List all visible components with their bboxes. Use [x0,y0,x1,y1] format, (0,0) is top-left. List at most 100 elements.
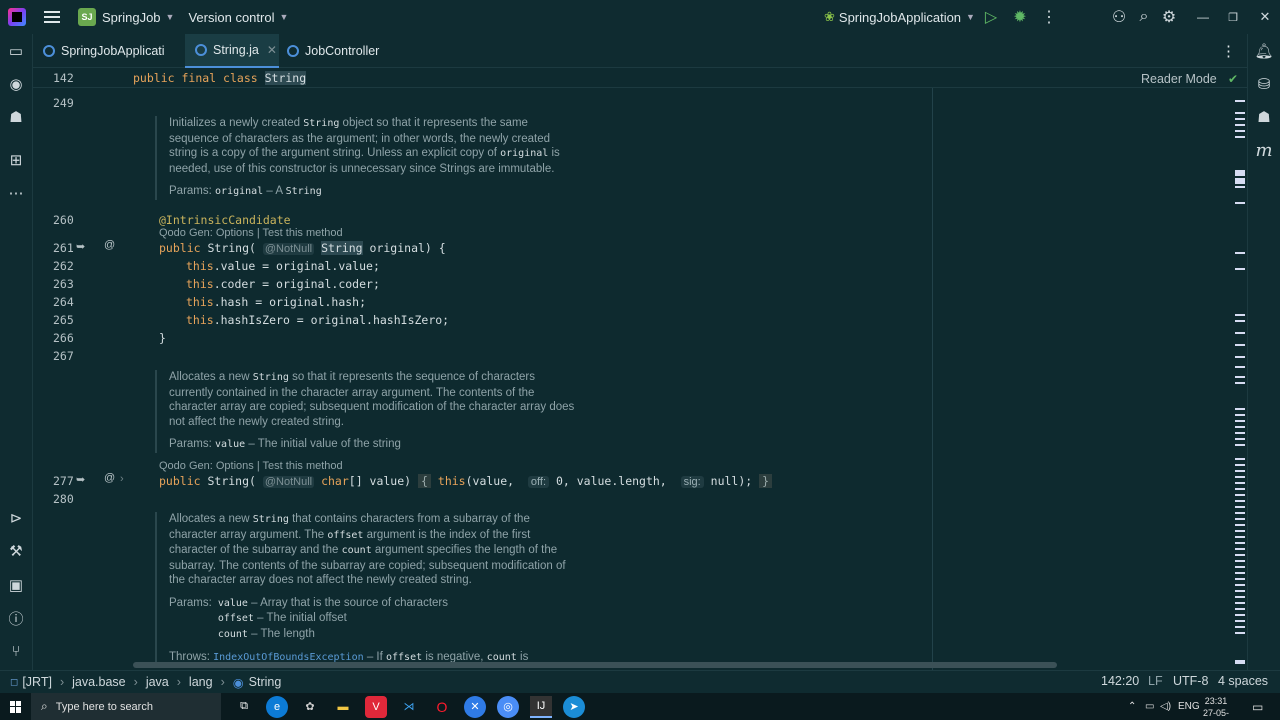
right-tool-window-bar: 🔔︎ ⛁ ☗ m [1247,34,1280,670]
system-clock[interactable]: 23:31 27-05-2025 [1196,695,1236,720]
qodo-icon[interactable]: ☗ [6,107,26,127]
qodo-codelens[interactable]: Qodo Gen: Options | Test this method [159,460,343,472]
code-line: this.hash = original.hash; [186,295,367,309]
notification-center-icon[interactable]: ▭ [1252,693,1263,720]
indent-setting[interactable]: 4 spaces [1218,674,1268,688]
code-line: this.coder = original.coder; [186,277,380,291]
line-number: 266 [53,331,74,345]
vivaldi-icon[interactable]: V [365,695,387,718]
vscode-icon[interactable]: ⋊ [398,696,420,718]
reader-mode-button[interactable]: Reader Mode [1141,72,1217,86]
tray-chevron-icon[interactable]: ⌃ [1128,693,1136,720]
inspection-ok-icon[interactable]: ✔ [1228,72,1238,86]
windows-start-icon[interactable] [10,700,22,713]
project-badge[interactable]: SJ [78,8,96,26]
debug-icon[interactable]: ✹ [1009,6,1031,28]
taskbar-search[interactable]: ⌕ Type here to search [31,693,221,720]
version-control-menu[interactable]: Version control [188,10,274,25]
line-number: 249 [53,96,74,110]
database-icon[interactable]: ⛁ [1254,74,1274,94]
close-tab-icon[interactable]: ✕ [267,43,277,57]
java-class-icon [195,44,207,56]
tab-options-icon[interactable]: ⋮ [1221,34,1237,68]
more-actions-icon[interactable]: ⋮ [1038,6,1060,28]
breadcrumb-separator-icon: › [133,675,138,689]
usages-at-icon[interactable]: @ [104,239,115,251]
module-square-icon: ◻ [10,676,19,688]
error-stripe-markers[interactable] [1235,98,1245,668]
override-arrow-icon[interactable]: ➥ [76,473,85,486]
qodo-chat-icon[interactable]: ☗ [1254,107,1274,127]
network-icon[interactable]: ▭ [1145,693,1154,720]
code-line: public String( @NotNull char[] value) { … [159,474,773,488]
services-icon[interactable]: ⊳ [6,508,26,528]
tab-jobcontroller[interactable]: JobController [287,34,397,68]
line-number: 260 [53,213,74,227]
line-ending[interactable]: LF [1148,674,1163,688]
chrome-icon[interactable]: ◎ [497,695,519,718]
volume-icon[interactable]: ◁) [1160,693,1171,720]
code-line: } [159,331,166,345]
edge-browser-icon[interactable]: e [266,695,288,718]
notifications-bell-icon[interactable]: 🔔︎ [1254,41,1274,61]
tab-string[interactable]: String.ja ✕ [185,34,279,68]
line-number: 267 [53,349,74,363]
maven-icon[interactable]: m [1254,140,1274,161]
breadcrumb-item[interactable]: java [146,675,169,689]
intellij-taskbar-icon[interactable]: IJ [530,695,552,718]
chevron-down-icon[interactable]: ▼ [279,12,288,22]
line-number: 280 [53,492,74,506]
build-hammer-icon[interactable]: ⚒ [6,541,26,561]
opera-icon[interactable]: O [431,696,453,718]
settings-gear-icon[interactable]: ⚙ [1158,6,1180,28]
minimize-icon[interactable]: — [1192,6,1214,28]
override-arrow-icon[interactable]: ➥ [76,240,85,253]
structure-icon[interactable]: ⊞ [6,150,26,170]
line-number: 142 [53,71,74,85]
breadcrumb-separator-icon: › [220,675,225,689]
code-line: this.hashIsZero = original.hashIsZero; [186,313,450,327]
code-line: this.value = original.value; [186,259,380,273]
telegram-icon[interactable]: ➤ [563,695,585,718]
line-number: 264 [53,295,74,309]
search-icon: ⌕ [41,699,48,713]
breadcrumb-item[interactable]: lang [189,675,213,689]
commit-icon[interactable]: ◉ [6,74,26,94]
search-icon[interactable]: ⌕ [1133,6,1155,28]
fold-chevron-icon[interactable]: › [120,473,124,485]
breadcrumb-item[interactable]: String [249,675,282,689]
chevron-down-icon[interactable]: ▼ [166,12,175,22]
qodo-codelens[interactable]: Qodo Gen: Options | Test this method [159,227,343,239]
spring-icon: ❀ [824,9,835,24]
terminal-icon[interactable]: ▣ [6,575,26,595]
app-icon[interactable]: ✿ [299,696,321,718]
project-folder-icon[interactable]: ▭ [6,41,26,61]
run-icon[interactable]: ▷ [980,6,1002,28]
more-tools-icon[interactable]: ⋯ [6,183,26,203]
maximize-icon[interactable]: ❐ [1222,6,1244,28]
usages-at-icon[interactable]: @ [104,472,115,484]
add-user-icon[interactable]: ⚇ [1108,6,1130,28]
intellij-logo-icon[interactable] [8,8,26,26]
caret-position[interactable]: 142:20 [1101,674,1139,688]
run-config-selector[interactable]: SpringJobApplication [839,10,961,25]
windows-taskbar: ⌕ Type here to search ⧉ e ✿ ▬ V ⋊ O ✕ ◎ … [0,693,1280,720]
main-menu-icon[interactable] [44,11,60,23]
close-icon[interactable]: ✕ [1254,6,1276,28]
chevron-down-icon[interactable]: ▼ [966,12,975,22]
sticky-line[interactable]: 142 public final class String Reader Mod… [33,68,1247,88]
task-view-icon[interactable]: ⧉ [233,696,255,718]
problems-icon[interactable]: ⓘ [6,608,26,628]
line-number: 265 [53,313,74,327]
breadcrumb-jrt[interactable]: [JRT] [22,675,52,689]
git-branch-icon[interactable]: ⑂ [6,641,26,661]
file-encoding[interactable]: UTF-8 [1173,674,1208,688]
code-editor[interactable]: 142 public final class String Reader Mod… [33,68,1247,670]
file-explorer-icon[interactable]: ▬ [332,696,354,718]
tab-label: SpringJobApplicati [61,44,165,58]
tab-springjobapplication[interactable]: SpringJobApplicati [43,34,183,68]
project-name[interactable]: SpringJob [102,10,161,25]
horizontal-scrollbar[interactable] [133,662,1057,668]
app-icon[interactable]: ✕ [464,695,486,718]
breadcrumb-item[interactable]: java.base [72,675,126,689]
